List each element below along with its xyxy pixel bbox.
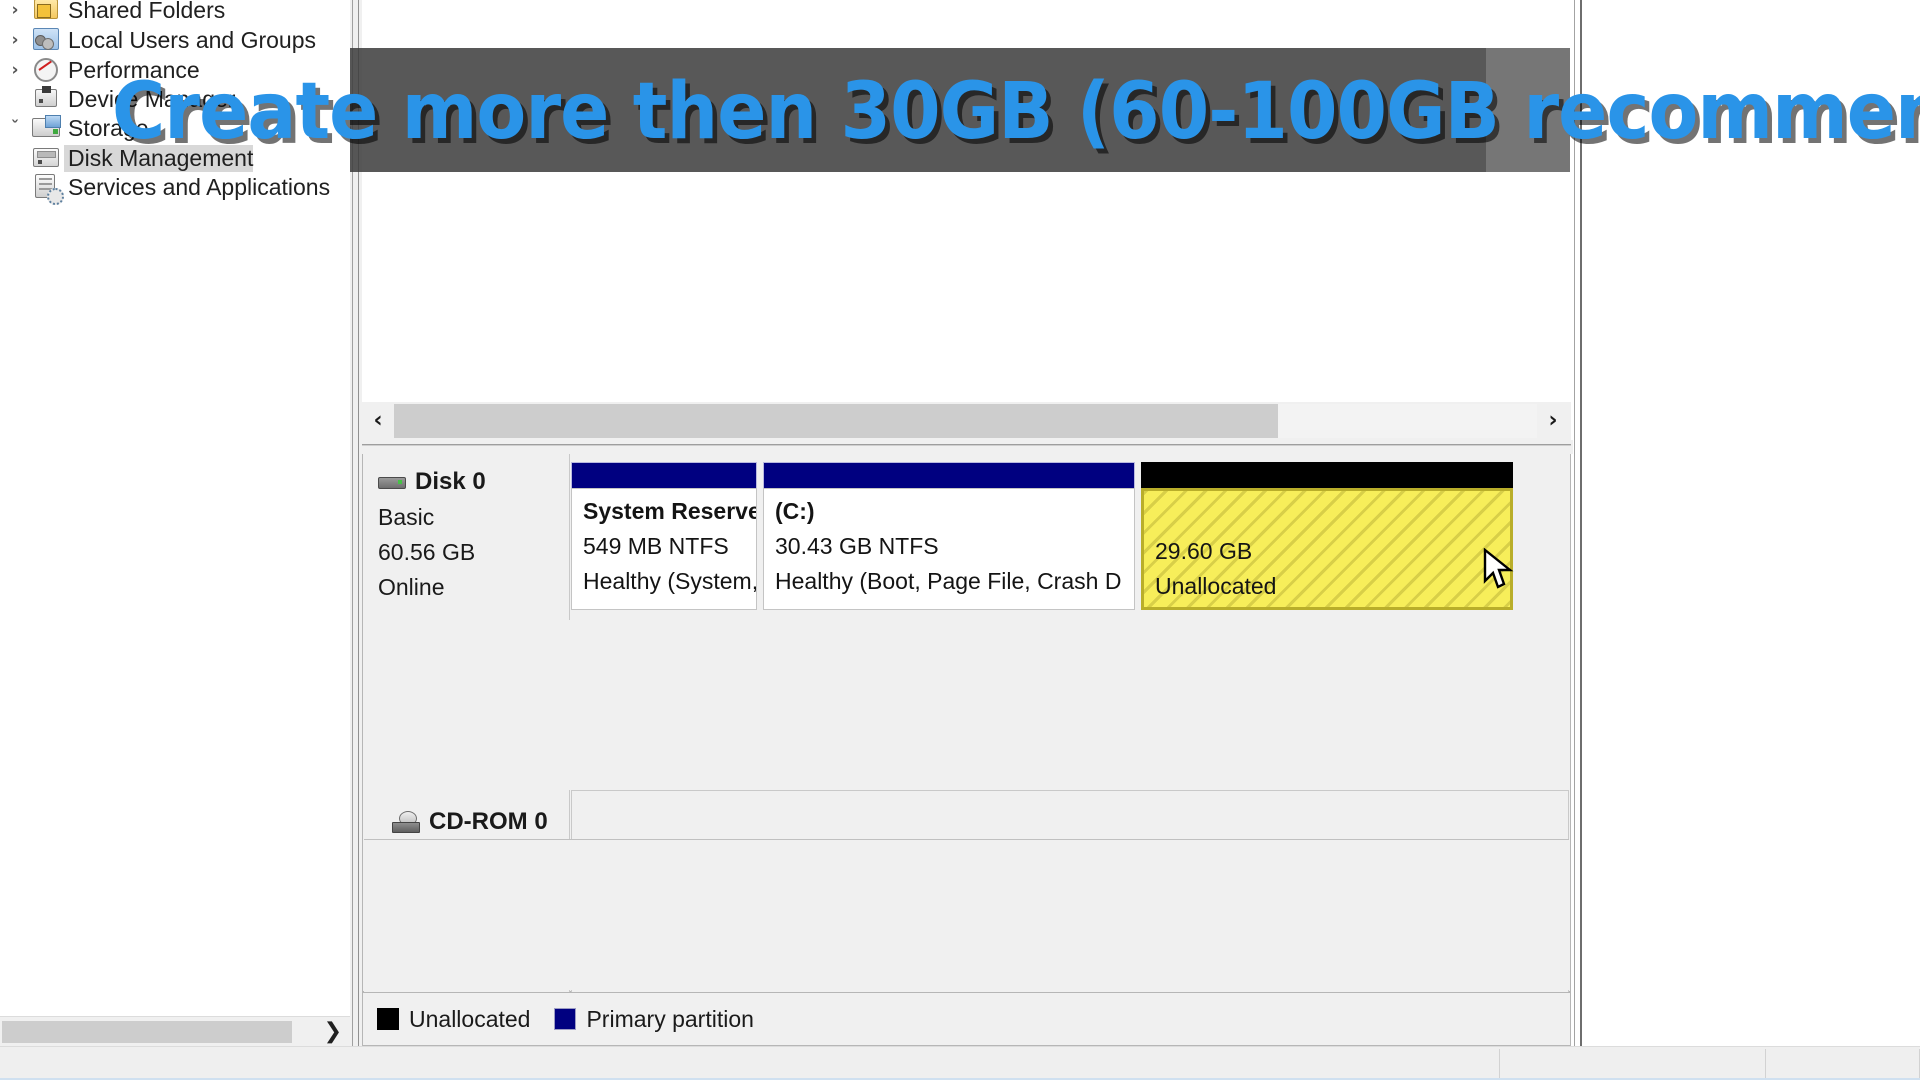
status-cell-3 (1766, 1049, 1920, 1079)
chevron-right-icon[interactable]: › (0, 30, 30, 50)
partition-status: Healthy (System, A (583, 568, 757, 594)
disk-view-blank-area (364, 839, 1569, 990)
legend-swatch-primary (554, 1008, 577, 1030)
disk-0-partition-strip: System Reserved 549 MB NTFS Healthy (Sys… (571, 462, 1568, 612)
partition-color-cap (571, 462, 757, 488)
partition-volume-label: (C:) (775, 498, 815, 524)
status-bar (0, 1046, 1920, 1080)
legend-item-primary-partition: Primary partition (554, 1005, 754, 1033)
partition-system-reserved[interactable]: System Reserved 549 MB NTFS Healthy (Sys… (571, 462, 757, 610)
scrollbar-thumb[interactable] (394, 404, 1278, 438)
chevron-right-icon[interactable]: › (0, 0, 30, 20)
annotation-text: Create more then 30GB (60-100GB recommen… (112, 67, 1920, 157)
graphical-disk-view: Disk 0 Basic 60.56 GB Online System Rese… (362, 454, 1571, 1006)
screen-root: › Shared Folders › Local Users and Group… (0, 0, 1920, 1080)
disk-title: CD-ROM 0 (392, 808, 569, 836)
sidebar-item-services-and-applications[interactable]: Services and Applications (0, 169, 330, 205)
partition-size-fs: 29.60 GB (1155, 538, 1253, 564)
disk-row[interactable]: CD-ROM 0 CD-ROM (D:) No Media (363, 622, 1570, 1006)
partition-c[interactable]: (C:) 30.43 GB NTFS Healthy (Boot, Page F… (763, 462, 1135, 610)
chevron-down-icon[interactable]: ˇ (0, 118, 30, 138)
legend-swatch-unallocated (377, 1008, 399, 1030)
volume-list-horizontal-scrollbar[interactable]: ‹ › (362, 402, 1571, 440)
status-cell-2 (1500, 1049, 1766, 1079)
storage-icon (30, 113, 64, 143)
sidebar-item-label: Shared Folders (68, 0, 226, 23)
legend-item-unallocated: Unallocated (377, 1006, 530, 1033)
partition-status: Unallocated (1155, 573, 1277, 599)
partition-color-cap (1141, 462, 1513, 488)
chevron-right-icon[interactable]: › (0, 60, 30, 80)
partition-legend: Unallocated Primary partition (362, 992, 1571, 1046)
cdrom-icon (392, 811, 424, 833)
disk-row[interactable]: Disk 0 Basic 60.56 GB Online System Rese… (363, 454, 1570, 620)
scrollbar-thumb[interactable] (2, 1021, 292, 1043)
hard-disk-icon (378, 474, 408, 490)
scroll-left-arrow-icon[interactable]: ‹ (364, 402, 392, 440)
users-group-icon (30, 25, 64, 55)
scroll-right-arrow-icon[interactable]: › (1539, 402, 1567, 440)
sidebar-item-label: Local Users and Groups (68, 26, 317, 53)
services-icon (30, 172, 64, 205)
legend-label: Unallocated (409, 1005, 531, 1032)
partition-size-fs: 549 MB NTFS (583, 533, 729, 559)
disk-type: Basic (378, 504, 435, 530)
horizontal-splitter[interactable] (362, 440, 1583, 454)
partition-unallocated[interactable]: 29.60 GB Unallocated (1141, 462, 1513, 610)
scroll-right-arrow-icon[interactable]: ❯ (324, 1017, 342, 1047)
status-cell-1 (0, 1049, 1500, 1079)
mouse-cursor-icon (1482, 547, 1516, 594)
partition-size-fs: 30.43 GB NTFS (775, 533, 939, 559)
tree-horizontal-scrollbar[interactable]: ❯ (0, 1016, 350, 1046)
partition-color-cap (763, 462, 1135, 488)
partition-status: Healthy (Boot, Page File, Crash D (775, 568, 1122, 594)
sidebar-item-label: Services and Applications (68, 173, 331, 200)
partition-volume-label: System Reserved (583, 498, 757, 524)
disk-0-info[interactable]: Disk 0 Basic 60.56 GB Online (364, 454, 570, 620)
legend-label: Primary partition (586, 1005, 754, 1032)
disk-capacity: 60.56 GB (378, 539, 476, 565)
disk-status: Online (378, 574, 445, 600)
disk-title: Disk 0 (378, 468, 569, 496)
